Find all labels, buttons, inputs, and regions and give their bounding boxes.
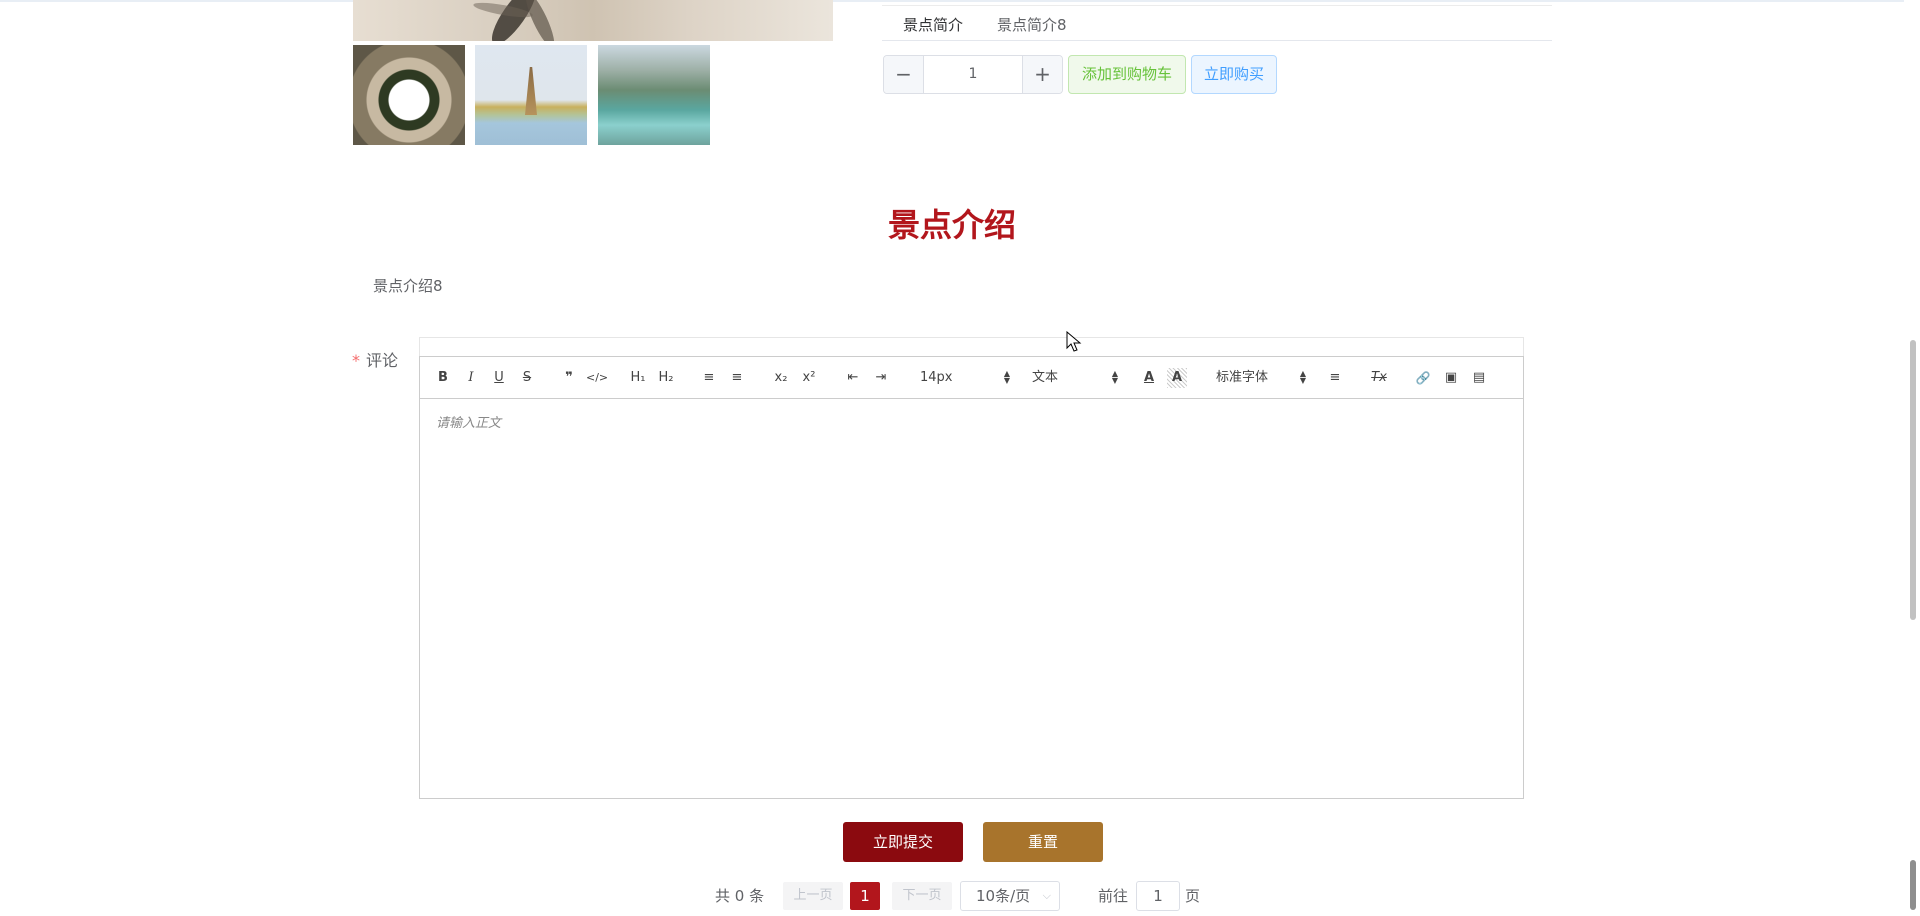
background-color-icon[interactable]: A [1167,368,1187,388]
font-size-select[interactable]: 14px ▲ ▼ [920,368,1010,388]
editor-placeholder[interactable]: 请输入正文 [436,412,501,431]
outdent-icon[interactable]: ⇤ [843,368,863,388]
required-mark: * [352,351,360,370]
decrease-button[interactable]: − [884,56,924,93]
main-image [353,0,833,41]
superscript-icon[interactable]: x² [799,368,819,388]
top-divider [0,0,1920,2]
ordered-list-icon[interactable]: ≡ [699,368,719,388]
mouse-cursor-icon [1066,331,1082,352]
bullet-list-icon[interactable]: ≡ [727,368,747,388]
italic-icon[interactable]: I [461,368,481,388]
reset-button[interactable]: 重置 [983,822,1103,862]
scrollbar-thumb[interactable] [1910,340,1916,620]
image-icon[interactable]: ▣ [1441,368,1461,388]
subscript-icon[interactable]: x₂ [771,368,791,388]
thumbnail-2[interactable] [475,45,587,145]
underline-icon[interactable]: U [489,368,509,388]
clear-format-icon[interactable]: Tx [1369,368,1389,388]
prev-page-button[interactable]: 上一页 [783,882,843,910]
scrollbar-handle[interactable] [1910,860,1916,910]
select-arrows-icon: ▲ ▼ [1003,369,1010,385]
indent-icon[interactable]: ⇥ [871,368,891,388]
tab-intro[interactable]: 景点简介 [903,14,963,35]
intro-text: 景点介绍8 [373,277,443,295]
block-type-select[interactable]: 文本 ▲ ▼ [1032,368,1118,388]
buy-now-button[interactable]: 立即购买 [1191,55,1277,94]
code-icon[interactable]: </> [586,368,608,388]
font-family-select[interactable]: 标准字体 ▲ ▼ [1216,368,1306,388]
quantity-stepper: − 1 + [883,55,1063,94]
tabs-divider [882,40,1552,41]
page-size-value: 10条/页 [976,887,1031,905]
chevron-down-icon: ⌵ [1042,889,1051,902]
comment-label: * 评论 [352,347,398,371]
select-arrows-icon: ▲ ▼ [1111,369,1118,385]
increase-button[interactable]: + [1022,56,1062,93]
submit-button[interactable]: 立即提交 [843,822,963,862]
page-jump-input[interactable]: 1 [1136,881,1180,911]
h1-icon[interactable]: H₁ [628,368,648,388]
page-size-select[interactable]: 10条/页 ⌵ [960,881,1060,911]
font-color-icon[interactable]: A [1139,368,1159,388]
block-type-value: 文本 [1032,370,1059,385]
select-arrows-icon: ▲ ▼ [1299,369,1306,385]
bold-icon[interactable]: B [433,368,453,388]
section-title: 景点介绍 [887,206,1016,244]
tabs-top-divider [882,5,1552,6]
editor-frame-top [419,337,1524,357]
quantity-input[interactable]: 1 [924,56,1022,93]
add-to-cart-button[interactable]: 添加到购物车 [1068,55,1186,94]
editor-toolbar: B I U S ❞ </> H₁ H₂ ≡ ≡ x₂ x² ⇤ ⇥ 14px ▲… [420,357,1523,399]
link-icon[interactable]: 🔗 [1413,368,1433,388]
font-size-value: 14px [920,370,953,385]
page-number-current[interactable]: 1 [850,882,880,910]
align-icon[interactable]: ≡ [1325,368,1345,388]
thumbnail-3[interactable] [598,45,710,145]
comment-label-text: 评论 [366,351,399,370]
strikethrough-icon[interactable]: S [517,368,537,388]
video-icon[interactable]: ▤ [1469,368,1489,388]
goto-label: 前往 [1098,887,1129,905]
thumbnail-1[interactable] [353,45,465,145]
rich-text-editor: B I U S ❞ </> H₁ H₂ ≡ ≡ x₂ x² ⇤ ⇥ 14px ▲… [419,356,1524,799]
next-page-button[interactable]: 下一页 [892,882,952,910]
h2-icon[interactable]: H₂ [656,368,676,388]
font-family-value: 标准字体 [1216,370,1269,385]
tab-intro-content[interactable]: 景点简介8 [997,14,1067,35]
quote-icon[interactable]: ❞ [559,368,579,388]
pagination-total: 共 0 条 [715,887,765,905]
page-suffix-label: 页 [1185,887,1201,905]
